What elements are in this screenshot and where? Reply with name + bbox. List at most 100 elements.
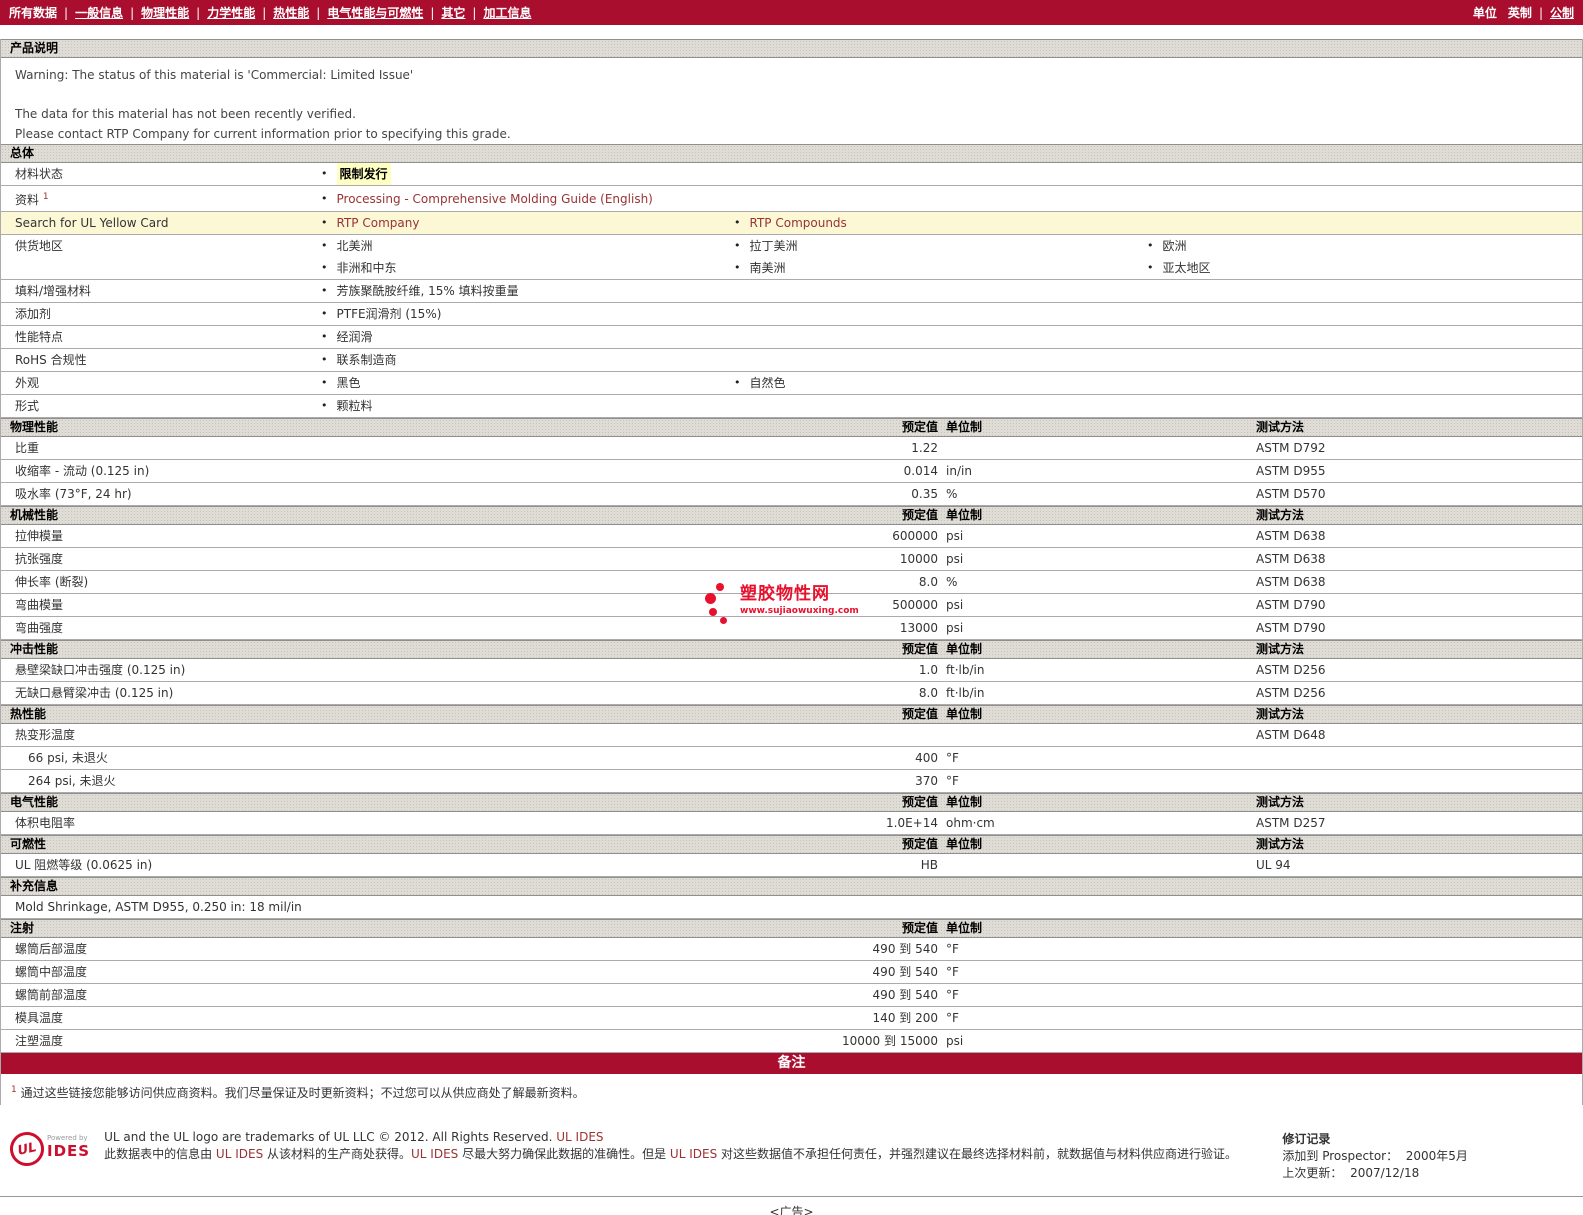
units-english[interactable]: 英制 [1508,4,1532,21]
property-label: 供货地区 [15,239,64,253]
nav-thermal-properties[interactable]: 热性能 [273,4,309,21]
col-units: 单位制 [946,642,983,656]
ul-ides-link[interactable]: UL IDES [411,1147,458,1161]
property-unit: °F [946,751,959,765]
section-mechanical: 机械性能 预定值 单位制 测试方法 [1,506,1582,525]
property-label: 螺筒后部温度 [15,942,88,956]
units-metric[interactable]: 公制 [1550,4,1574,21]
table-row: 吸水率 (73°F, 24 hr) 0.35 % ASTM D570 [1,483,1582,506]
updated-value: 2007/12/18 [1350,1166,1420,1180]
property-label: 热变形温度 [15,728,76,742]
property-unit: °F [946,965,959,979]
nav-section-links: 所有数据 | 一般信息 | 物理性能 | 力学性能 | 热性能 | 电气性能与可燃性 | 其… [9,4,531,21]
row-ul-yellow-card: Search for UL Yellow Card • RTP Company … [1,212,1582,235]
datasheet-table: 产品说明 Warning: The status of this materia… [0,39,1583,1105]
section-title: 物理性能 [10,420,59,434]
property-unit: °F [946,942,959,956]
col-units: 单位制 [946,795,983,809]
bullet-icon: • [321,261,328,274]
property-unit: psi [946,598,964,612]
footnote-link[interactable]: 1 [43,192,49,202]
property-label: 264 psi, 未退火 [28,774,116,788]
rtp-company-link[interactable]: RTP Company [337,212,420,234]
table-row: 弯曲强度 13000 psi ASTM D790 [1,617,1582,640]
col-test-method: 测试方法 [1256,642,1305,656]
bullet-icon: • [734,376,741,389]
property-unit: % [946,575,958,589]
bullet-icon: • [734,239,741,252]
test-method: ASTM D638 [1256,575,1326,589]
property-value: 1.0E+14 [886,816,938,830]
row-material-status: 材料状态 • 限制发行 [1,163,1582,186]
region: 南美洲 [749,261,786,275]
property-unit: in/in [946,464,972,478]
footnote-number: 1 [11,1085,17,1095]
table-row: 螺筒前部温度 490 到 540 °F [1,984,1582,1007]
col-nominal-value: 预定值 [901,837,938,851]
test-method: ASTM D257 [1256,816,1326,830]
appearance-value: 自然色 [749,376,786,390]
rtp-compounds-link[interactable]: RTP Compounds [750,212,847,234]
property-value: 490 到 540 [872,965,938,979]
yellow-card-search-label[interactable]: Search for UL Yellow Card [1,212,321,234]
section-title: 机械性能 [10,508,59,522]
bullet-icon: • [321,399,328,412]
section-title: 冲击性能 [10,642,59,656]
section-flammability: 可燃性 预定值 单位制 测试方法 [1,835,1582,854]
nav-electrical-flammability[interactable]: 电气性能与可燃性 [327,4,423,21]
ad-link[interactable]: <广告> [769,1205,813,1215]
top-navigation: 所有数据 | 一般信息 | 物理性能 | 力学性能 | 热性能 | 电气性能与可燃性 | 其… [0,0,1583,25]
test-method: ASTM D638 [1256,529,1326,543]
nav-other[interactable]: 其它 [441,4,465,21]
table-row: 无缺口悬臂梁冲击 (0.125 in) 8.0 ft·lb/in ASTM D2… [1,682,1582,705]
col-nominal-value: 预定值 [901,508,938,522]
table-row: 悬壁梁缺口冲击强度 (0.125 in) 1.0 ft·lb/in ASTM D… [1,659,1582,682]
col-test-method: 测试方法 [1256,837,1305,851]
property-label: 收缩率 - 流动 (0.125 in) [15,464,150,478]
footnote: 1 通过这些链接您能够访问供应商资料。我们尽量保证及时更新资料；不过您可以从供应… [1,1074,1582,1105]
ul-ides-link[interactable]: UL IDES [670,1147,717,1161]
bullet-icon: • [321,330,328,343]
property-label: 伸长率 (断裂) [15,575,89,589]
ul-ides-link[interactable]: UL IDES [216,1147,263,1161]
section-thermal: 热性能 预定值 单位制 测试方法 [1,705,1582,724]
row-additive: 添加剂 • PTFE润滑剂 (15%) [1,303,1582,326]
property-label: 比重 [15,441,40,455]
nav-general-info[interactable]: 一般信息 [75,4,123,21]
added-value: 2000年5月 [1405,1149,1468,1163]
row-filler: 填料/增强材料 • 芳族聚酰胺纤维, 15% 填料按重量 [1,280,1582,303]
updated-label: 上次更新： [1282,1166,1343,1180]
test-method: ASTM D648 [1256,728,1326,742]
nav-mechanical-properties[interactable]: 力学性能 [207,4,255,21]
molding-guide-link[interactable]: Processing - Comprehensive Molding Guide… [337,188,653,210]
footnote-text: 通过这些链接您能够访问供应商资料。我们尽量保证及时更新资料；不过您可以从供应商处… [20,1086,585,1100]
appearance-value: 黑色 [336,376,361,390]
section-impact: 冲击性能 预定值 单位制 测试方法 [1,640,1582,659]
col-nominal-value: 预定值 [901,921,938,935]
region: 北美洲 [336,239,373,253]
property-label: UL 阻燃等级 (0.0625 in) [15,858,153,872]
nav-all-data[interactable]: 所有数据 [9,4,57,21]
additive-value: PTFE润滑剂 (15%) [336,307,442,321]
filler-value: 芳族聚酰胺纤维, 15% 填料按重量 [336,284,519,298]
region: 欧洲 [1162,239,1187,253]
nav-processing-info[interactable]: 加工信息 [483,4,531,21]
contact-line: Please contact RTP Company for current i… [15,127,511,141]
bullet-icon: • [321,376,328,389]
property-unit: psi [946,1034,964,1048]
col-nominal-value: 预定值 [901,642,938,656]
nav-physical-properties[interactable]: 物理性能 [141,4,189,21]
bullet-icon: • [321,284,328,297]
nav-units-switch: 单位 英制 | 公制 [1473,4,1574,21]
table-row: 注塑温度 10000 到 15000 psi [1,1030,1582,1053]
table-row: 热变形温度 ASTM D648 [1,724,1582,747]
bullet-icon: • [734,261,741,274]
test-method: UL 94 [1256,858,1291,872]
bullet-icon: • [734,216,741,229]
ul-ides-link[interactable]: UL IDES [556,1130,603,1144]
table-row: 比重 1.22 ASTM D792 [1,437,1582,460]
col-nominal-value: 预定值 [901,707,938,721]
revision-record: 修订记录 添加到 Prospector： 2000年5月 上次更新： 2007/… [1282,1129,1573,1182]
col-test-method: 测试方法 [1256,420,1305,434]
table-row: 模具温度 140 到 200 °F [1,1007,1582,1030]
